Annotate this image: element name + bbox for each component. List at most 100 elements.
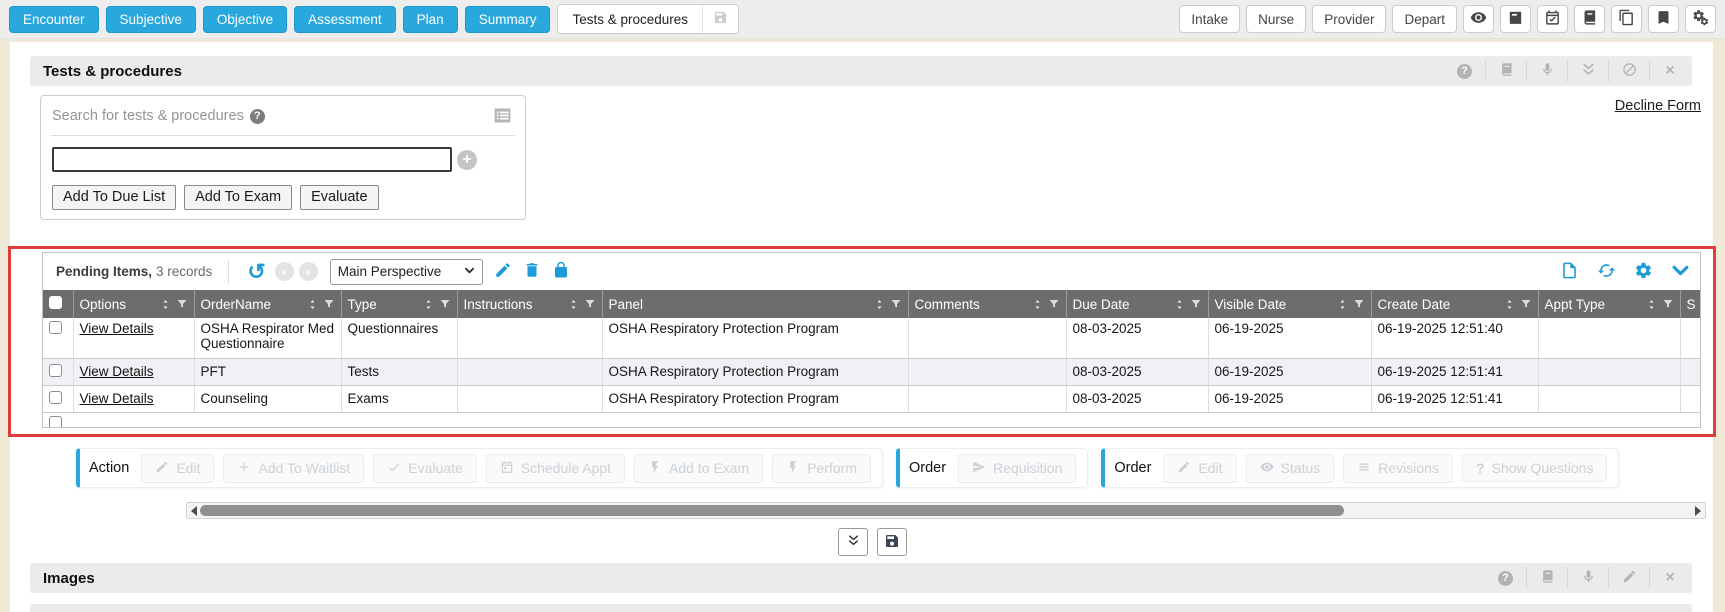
next-page-button[interactable]: ›	[299, 262, 318, 281]
collapse-button[interactable]	[1567, 60, 1608, 82]
add-to-waitlist-button[interactable]: Add To Waitlist	[223, 454, 364, 483]
save-form-button[interactable]	[877, 528, 907, 556]
tab-subjective[interactable]: Subjective	[106, 6, 196, 33]
depart-button[interactable]: Depart	[1392, 5, 1457, 33]
tab-tests-procedures[interactable]: Tests & procedures	[558, 5, 702, 33]
close-section-button[interactable]: ×	[1649, 567, 1690, 589]
order-edit-button[interactable]: Edit	[1163, 454, 1236, 483]
sort-icon[interactable]	[568, 298, 579, 311]
requisition-button[interactable]: Requisition	[958, 454, 1076, 483]
column-header-visible-date[interactable]: Visible Date	[1208, 290, 1371, 318]
filter-icon[interactable]	[1190, 298, 1202, 310]
sort-icon[interactable]	[1337, 298, 1348, 311]
sort-icon[interactable]	[1504, 298, 1515, 311]
close-section-button[interactable]: ×	[1649, 60, 1690, 82]
column-header-create-date[interactable]: Create Date	[1371, 290, 1538, 318]
sort-icon[interactable]	[423, 298, 434, 311]
microphone-button[interactable]	[1526, 60, 1567, 82]
microphone-button[interactable]	[1567, 567, 1608, 589]
show-questions-button[interactable]: ?Show Questions	[1462, 454, 1608, 482]
decline-form-link[interactable]: Decline Form	[1615, 98, 1701, 114]
book-button[interactable]	[1485, 60, 1526, 82]
tab-plan[interactable]: Plan	[403, 6, 458, 33]
select-all-checkbox[interactable]	[49, 296, 62, 309]
tab-summary[interactable]: Summary	[465, 6, 551, 33]
calendar-button[interactable]	[1537, 5, 1568, 33]
intake-button[interactable]: Intake	[1179, 5, 1240, 33]
edit-perspective-button[interactable]	[494, 261, 512, 282]
view-details-link[interactable]: View Details	[80, 391, 154, 406]
filter-icon[interactable]	[323, 298, 335, 310]
collapse-grid-button[interactable]	[1671, 261, 1690, 283]
edit-button[interactable]: Edit	[141, 454, 214, 483]
grid-settings-button[interactable]	[1634, 261, 1653, 283]
tab-assessment[interactable]: Assessment	[294, 6, 396, 33]
help-button[interactable]: ?	[1444, 60, 1485, 82]
edit-section-button[interactable]	[1608, 567, 1649, 589]
bookmark-button[interactable]	[1648, 5, 1679, 33]
refresh-grid-button[interactable]	[1597, 261, 1616, 283]
provider-button[interactable]: Provider	[1312, 5, 1386, 33]
column-header-panel[interactable]: Panel	[602, 290, 908, 318]
settings-button[interactable]	[1685, 5, 1716, 33]
expand-more-button[interactable]	[838, 528, 868, 556]
evaluate-button[interactable]: Evaluate	[300, 185, 378, 210]
horizontal-scrollbar[interactable]	[186, 502, 1706, 519]
filter-icon[interactable]	[1662, 298, 1674, 310]
column-header-ordername[interactable]: OrderName	[194, 290, 341, 318]
column-header-due-date[interactable]: Due Date	[1066, 290, 1208, 318]
previous-page-button[interactable]: ‹	[275, 262, 294, 281]
decline-section-button[interactable]	[1608, 60, 1649, 82]
filter-icon[interactable]	[1520, 298, 1532, 310]
filter-icon[interactable]	[584, 298, 596, 310]
search-input[interactable]	[52, 147, 452, 172]
filter-icon[interactable]	[1048, 298, 1060, 310]
delete-perspective-button[interactable]	[523, 261, 541, 282]
status-button[interactable]: Status	[1246, 454, 1335, 483]
filter-icon[interactable]	[439, 298, 451, 310]
column-header-comments[interactable]: Comments	[908, 290, 1066, 318]
add-to-due-list-button[interactable]: Add To Due List	[52, 185, 176, 210]
row-checkbox[interactable]	[49, 391, 62, 404]
column-header-type[interactable]: Type	[341, 290, 457, 318]
undo-button[interactable]: ↺	[243, 262, 269, 282]
sort-icon[interactable]	[160, 298, 171, 311]
archive-button[interactable]	[1500, 5, 1531, 33]
sort-icon[interactable]	[874, 298, 885, 311]
scroll-left-arrow[interactable]	[191, 506, 197, 516]
scroll-right-arrow[interactable]	[1695, 506, 1701, 516]
sort-icon[interactable]	[307, 298, 318, 311]
perspective-select[interactable]: Main Perspective	[330, 259, 483, 285]
new-row-checkbox[interactable]	[49, 416, 62, 429]
tab-encounter[interactable]: Encounter	[9, 6, 99, 33]
tab-objective[interactable]: Objective	[203, 6, 287, 33]
revisions-button[interactable]: Revisions	[1343, 454, 1453, 483]
lock-perspective-button[interactable]	[552, 261, 570, 282]
column-header-appt-type[interactable]: Appt Type	[1538, 290, 1680, 318]
help-button[interactable]: ?	[1485, 567, 1526, 589]
sort-icon[interactable]	[1646, 298, 1657, 311]
eye-button[interactable]	[1463, 5, 1494, 33]
filter-icon[interactable]	[1353, 298, 1365, 310]
row-checkbox[interactable]	[49, 321, 62, 334]
perform-button[interactable]: Perform	[772, 454, 871, 483]
filter-icon[interactable]	[176, 298, 188, 310]
nurse-button[interactable]: Nurse	[1246, 5, 1306, 33]
browse-list-button[interactable]	[491, 105, 514, 129]
sort-icon[interactable]	[1174, 298, 1185, 311]
add-to-exam-button[interactable]: Add To Exam	[184, 185, 292, 210]
view-details-link[interactable]: View Details	[80, 321, 154, 336]
add-search-button[interactable]: +	[457, 150, 477, 170]
row-checkbox[interactable]	[49, 364, 62, 377]
save-tab-button[interactable]	[702, 5, 738, 33]
view-details-link[interactable]: View Details	[80, 364, 154, 379]
new-document-button[interactable]	[1560, 261, 1579, 283]
column-header-instructions[interactable]: Instructions	[457, 290, 602, 318]
evaluate-action-button[interactable]: Evaluate	[373, 454, 476, 483]
sort-icon[interactable]	[1032, 298, 1043, 311]
column-header-options[interactable]: Options	[73, 290, 194, 318]
filter-icon[interactable]	[890, 298, 902, 310]
column-header-cutoff[interactable]: S	[1680, 290, 1700, 318]
scrollbar-thumb[interactable]	[200, 505, 1344, 516]
search-help-icon[interactable]: ?	[250, 109, 265, 124]
